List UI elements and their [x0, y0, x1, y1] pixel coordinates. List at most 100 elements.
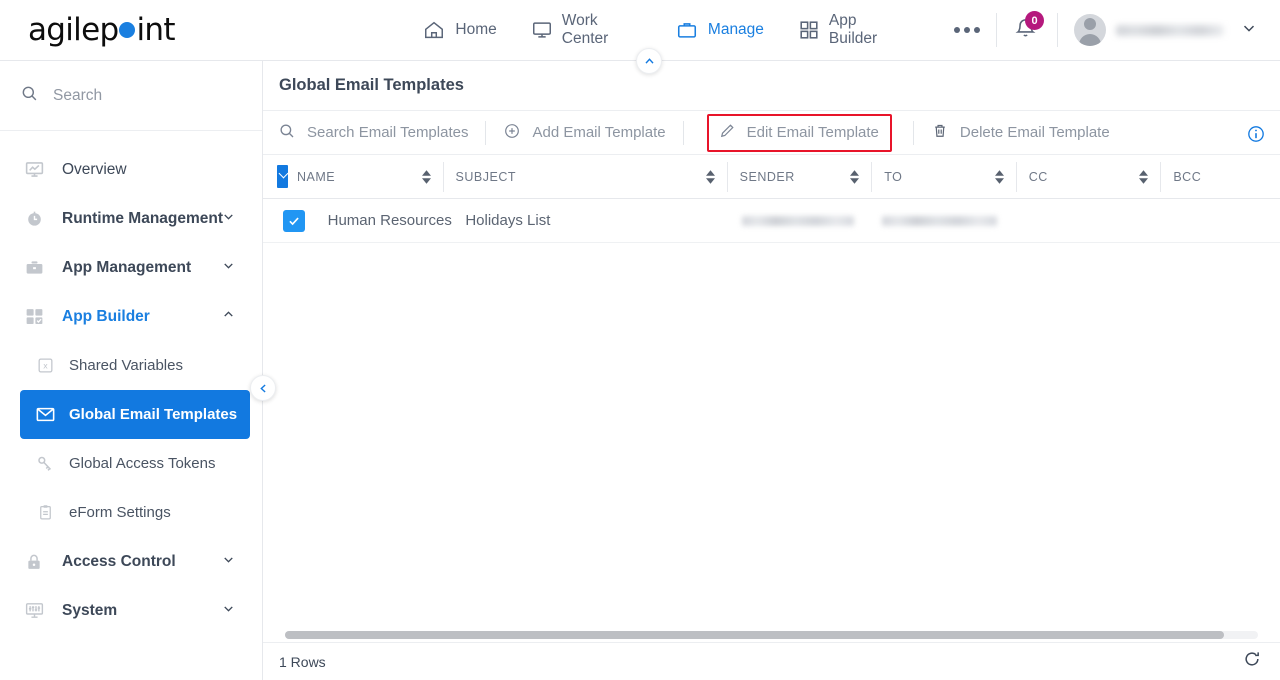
refresh-icon — [1245, 652, 1259, 666]
delete-email-template-button[interactable]: Delete Email Template — [931, 122, 1110, 144]
sidebar-menu: Overview Runtime Management App Manageme… — [0, 131, 262, 635]
table-header-to[interactable]: TO — [871, 161, 1016, 192]
more-menu-icon[interactable] — [954, 27, 980, 33]
chevron-down-icon — [221, 601, 236, 621]
table-header-bcc[interactable]: BCC — [1160, 161, 1280, 192]
lock-icon — [20, 552, 48, 572]
sort-icon[interactable] — [705, 169, 715, 184]
cell-sender-value — [741, 215, 854, 226]
sidebar-label-app-management: App Management — [62, 258, 192, 276]
sidebar-search[interactable]: Search — [0, 61, 262, 131]
sidebar-item-app-management[interactable]: App Management — [0, 243, 262, 292]
sidebar-item-global-access-tokens[interactable]: Global Access Tokens — [0, 439, 262, 488]
nav-item-work-center[interactable]: Work Center — [531, 12, 641, 48]
chevron-down-icon — [221, 258, 236, 278]
nav-label-home: Home — [455, 21, 497, 38]
avatar-head-icon — [1084, 18, 1096, 30]
header-collapse-button[interactable] — [636, 48, 662, 74]
agilepoint-logo[interactable]: agilep int — [0, 12, 254, 48]
cell-subject: Holidays List — [465, 212, 551, 229]
user-menu-chevron-down-icon[interactable] — [1240, 19, 1258, 42]
sidebar-item-shared-variables[interactable]: x Shared Variables — [0, 341, 262, 390]
nav-label-app-builder: App Builder — [828, 12, 878, 47]
top-right-area: 0 — [980, 0, 1280, 60]
sidebar-search-placeholder: Search — [53, 86, 103, 104]
search-email-templates-input[interactable]: Search Email Templates — [278, 122, 468, 144]
toolbar: Search Email Templates Add Email Templat… — [263, 110, 1280, 155]
sidebar-item-app-builder[interactable]: App Builder — [0, 292, 262, 341]
chevron-up-icon — [221, 307, 236, 327]
check-icon — [289, 217, 299, 225]
sort-icon[interactable] — [421, 169, 431, 184]
nav-item-manage[interactable]: Manage — [675, 18, 764, 42]
notifications-button[interactable]: 0 — [1013, 11, 1044, 45]
svg-text:x: x — [43, 362, 48, 371]
edit-email-template-button[interactable]: Edit Email Template — [706, 113, 892, 152]
chevron-down-icon — [221, 209, 236, 229]
divider — [996, 13, 997, 47]
sidebar-item-system[interactable]: System — [0, 586, 262, 635]
user-name-label — [1116, 24, 1224, 36]
table-header-row: NAME SUBJECT SENDER TO CC BCC — [263, 155, 1280, 199]
sidebar-item-access-control[interactable]: Access Control — [0, 537, 262, 586]
table-header-sender-label: SENDER — [739, 169, 795, 184]
sort-icon[interactable] — [1139, 169, 1149, 184]
cell-to-value — [882, 215, 998, 226]
search-email-templates-placeholder: Search Email Templates — [307, 124, 469, 141]
table-header-sender[interactable]: SENDER — [726, 161, 872, 192]
table-footer: 1 Rows — [263, 628, 1280, 680]
toolbar-divider — [485, 120, 487, 145]
nav-label-manage: Manage — [707, 21, 764, 38]
scrollbar-track[interactable] — [285, 631, 1258, 639]
sort-icon[interactable] — [994, 169, 1004, 184]
sidebar-label-system: System — [62, 601, 118, 619]
table-header-name-label: NAME — [297, 169, 336, 184]
content-area: Global Email Templates Search Email Temp… — [263, 48, 1280, 680]
home-icon — [422, 18, 446, 42]
nav-item-app-builder[interactable]: App Builder — [798, 12, 902, 48]
sidebar-label-app-builder: App Builder — [62, 307, 150, 325]
cell-to — [882, 215, 1023, 226]
add-email-template-button[interactable]: Add Email Template — [503, 122, 666, 144]
table-header-subject[interactable]: SUBJECT — [442, 161, 727, 192]
horizontal-scrollbar[interactable] — [263, 628, 1280, 642]
delete-email-template-label: Delete Email Template — [959, 124, 1110, 141]
pencil-icon — [718, 122, 736, 144]
sidebar-label-runtime-management: Runtime Management — [62, 209, 224, 227]
refresh-button[interactable] — [1242, 649, 1262, 674]
key-icon — [33, 454, 57, 474]
row-checkbox[interactable] — [283, 209, 305, 232]
scrollbar-thumb[interactable] — [285, 631, 1224, 639]
table-header-to-label: TO — [884, 169, 903, 184]
sidebar-item-global-email-templates[interactable]: Global Email Templates — [20, 390, 250, 439]
trash-icon — [931, 122, 949, 144]
sidebar-item-eform-settings[interactable]: eForm Settings — [0, 488, 262, 537]
column-resize-handle[interactable] — [277, 164, 288, 188]
nav-item-home[interactable]: Home — [422, 18, 497, 42]
row-count-label: 1 Rows — [279, 653, 326, 670]
sidebar-item-runtime-management[interactable]: Runtime Management — [0, 194, 262, 243]
sidebar-label-overview: Overview — [62, 160, 127, 178]
sort-icon[interactable] — [850, 169, 860, 184]
table-header-name[interactable]: NAME — [277, 162, 443, 192]
sidebar: Search Overview Runtime Management App M… — [0, 61, 276, 680]
envelope-icon — [33, 404, 57, 425]
grid-icon — [798, 18, 820, 42]
monitor-icon — [531, 18, 553, 42]
table-header-cc[interactable]: CC — [1015, 161, 1161, 192]
toolbar-divider-2 — [682, 120, 684, 145]
timer-icon — [20, 208, 48, 229]
sidebar-collapse-button[interactable] — [250, 375, 276, 401]
logo-dot-icon — [119, 22, 136, 38]
nav-label-work-center: Work Center — [561, 12, 609, 47]
chart-monitor-icon — [20, 159, 48, 180]
cell-name: Human Resources — [327, 212, 452, 229]
info-circle-icon[interactable] — [1246, 124, 1266, 149]
sidebar-label-shared-variables: Shared Variables — [69, 357, 183, 374]
sidebar-label-global-email-templates: Global Email Templates — [69, 406, 238, 423]
sidebar-item-overview[interactable]: Overview — [0, 145, 262, 194]
chevron-left-icon — [259, 383, 266, 393]
variable-icon: x — [33, 356, 57, 375]
table-row[interactable]: Human Resources Holidays List — [263, 199, 1280, 243]
avatar[interactable] — [1074, 14, 1106, 46]
